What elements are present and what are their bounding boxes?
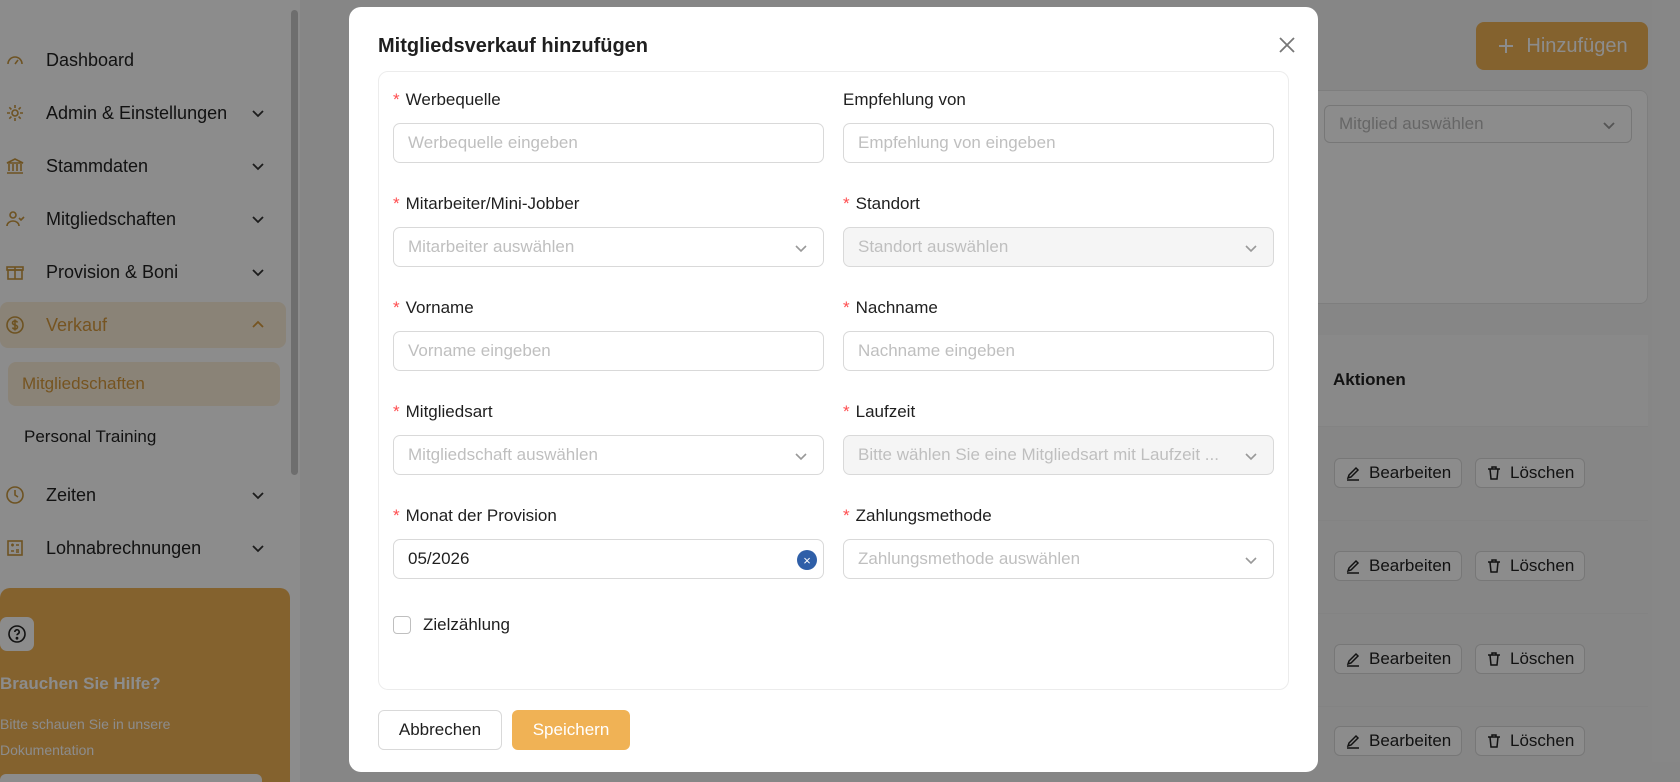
vorname-input[interactable]: Vorname eingeben <box>393 331 824 371</box>
mitgliedsart-label: * Mitgliedsart <box>393 402 493 421</box>
chevron-down-icon <box>793 240 809 256</box>
add-member-sale-modal: Mitgliedsverkauf hinzufügen * Werbequelle… <box>349 7 1318 772</box>
empfehlung-label: Empfehlung von <box>843 90 966 109</box>
chevron-down-icon <box>793 448 809 464</box>
laufzeit-label: * Laufzeit <box>843 402 916 421</box>
standort-label: * Standort <box>843 194 920 213</box>
mitgliedsart-select[interactable]: Mitgliedschaft auswählen <box>393 435 824 475</box>
nachname-label: * Nachname <box>843 298 938 317</box>
clear-icon[interactable]: × <box>797 550 817 570</box>
chevron-down-icon <box>1243 240 1259 256</box>
laufzeit-select[interactable]: Bitte wählen Sie eine Mitgliedsart mit L… <box>843 435 1274 475</box>
monat-picker[interactable]: 05/2026 × <box>393 539 824 579</box>
zahlungsmethode-select[interactable]: Zahlungsmethode auswählen <box>843 539 1274 579</box>
chevron-down-icon <box>1243 552 1259 568</box>
werbequelle-input[interactable]: Werbequelle eingeben <box>393 123 824 163</box>
close-icon[interactable] <box>1273 31 1301 59</box>
form-card <box>378 71 1289 690</box>
mitarbeiter-label: * Mitarbeiter/Mini-Jobber <box>393 194 580 213</box>
zielzaehlung-checkbox[interactable] <box>393 616 411 634</box>
chevron-down-icon <box>1243 448 1259 464</box>
standort-select[interactable]: Standort auswählen <box>843 227 1274 267</box>
zahlungsmethode-label: * Zahlungsmethode <box>843 506 992 525</box>
monat-label: * Monat der Provision <box>393 506 557 525</box>
mitarbeiter-select[interactable]: Mitarbeiter auswählen <box>393 227 824 267</box>
nachname-input[interactable]: Nachname eingeben <box>843 331 1274 371</box>
modal-title: Mitgliedsverkauf hinzufügen <box>378 35 649 57</box>
cancel-button[interactable]: Abbrechen <box>378 710 502 750</box>
zielzaehlung-label: Zielzählung <box>423 615 510 634</box>
save-button[interactable]: Speichern <box>512 710 630 750</box>
vorname-label: * Vorname <box>393 298 474 317</box>
empfehlung-input[interactable]: Empfehlung von eingeben <box>843 123 1274 163</box>
werbequelle-label: * Werbequelle <box>393 90 501 109</box>
